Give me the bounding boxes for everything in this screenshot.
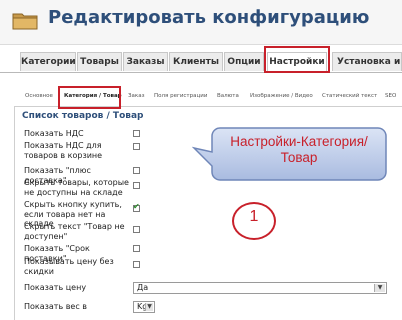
setting-label-show-vat: Показать НДС — [24, 129, 84, 138]
page-header: Редактировать конфигурацию — [0, 0, 402, 45]
setting-label-price-no-discount: Показывать цену без скидки — [24, 257, 114, 276]
select-show-price-value: Да — [137, 283, 149, 292]
chevron-down-icon: ▼ — [374, 284, 385, 292]
tab-clients[interactable]: Клиенты — [169, 52, 223, 71]
subtab-registration-fields[interactable]: Поля регистрации — [154, 93, 207, 99]
select-show-price[interactable]: Да ▼ — [133, 282, 387, 294]
checkbox-hide-not-available-text[interactable] — [133, 226, 140, 233]
subtab-image-video[interactable]: Изображение / Видео — [250, 93, 313, 99]
main-tabbar: Категории Товары Заказы Клиенты Опции На… — [0, 50, 402, 73]
tab-settings[interactable]: Настройки — [267, 52, 327, 73]
checkbox-delivery-time[interactable] — [133, 245, 140, 252]
subtab-currency[interactable]: Валюта — [217, 93, 239, 99]
callout-text: Настройки-Категория/Товар — [230, 134, 368, 165]
setting-label-vat-cart: Показать НДС для товаров в корзине — [24, 141, 103, 160]
tab-install-update[interactable]: Установка и Обн — [332, 52, 402, 71]
section-title: Список товаров / Товар — [22, 111, 144, 121]
tab-categories[interactable]: Категории — [20, 52, 76, 71]
checkbox-hide-buy[interactable] — [133, 202, 140, 212]
checkbox-show-vat[interactable] — [133, 130, 140, 137]
subtab-seo[interactable]: SEO — [385, 93, 396, 99]
select-label-weight: Показать вес в — [24, 302, 88, 311]
page-title: Редактировать конфигурацию — [48, 7, 370, 28]
checkbox-hide-unavailable[interactable] — [133, 182, 140, 189]
subtab-static-text[interactable]: Статический текст — [322, 93, 377, 99]
select-weight-unit[interactable]: Kg ▼ — [133, 301, 155, 313]
setting-label-hide-unavailable: Скрыть товары, которые не доступны на ск… — [24, 178, 129, 197]
checkbox-plus-shipping[interactable] — [133, 167, 140, 174]
chevron-down-icon: ▼ — [145, 303, 153, 311]
checkbox-vat-cart[interactable] — [133, 143, 140, 150]
tab-options[interactable]: Опции — [224, 52, 264, 71]
tab-products[interactable]: Товары — [77, 52, 122, 71]
folder-icon — [12, 13, 38, 30]
subtab-general[interactable]: Основное — [25, 93, 53, 99]
subtab-order[interactable]: Заказ — [128, 93, 145, 99]
select-label-price: Показать цену — [24, 283, 87, 292]
step-number: 1 — [249, 208, 259, 225]
tab-orders[interactable]: Заказы — [123, 52, 168, 71]
subtab-highlight — [58, 86, 121, 109]
setting-label-hide-not-available-text: Скрыть текст "Товар не доступен" — [24, 222, 125, 241]
checkbox-price-no-discount[interactable] — [133, 261, 140, 268]
